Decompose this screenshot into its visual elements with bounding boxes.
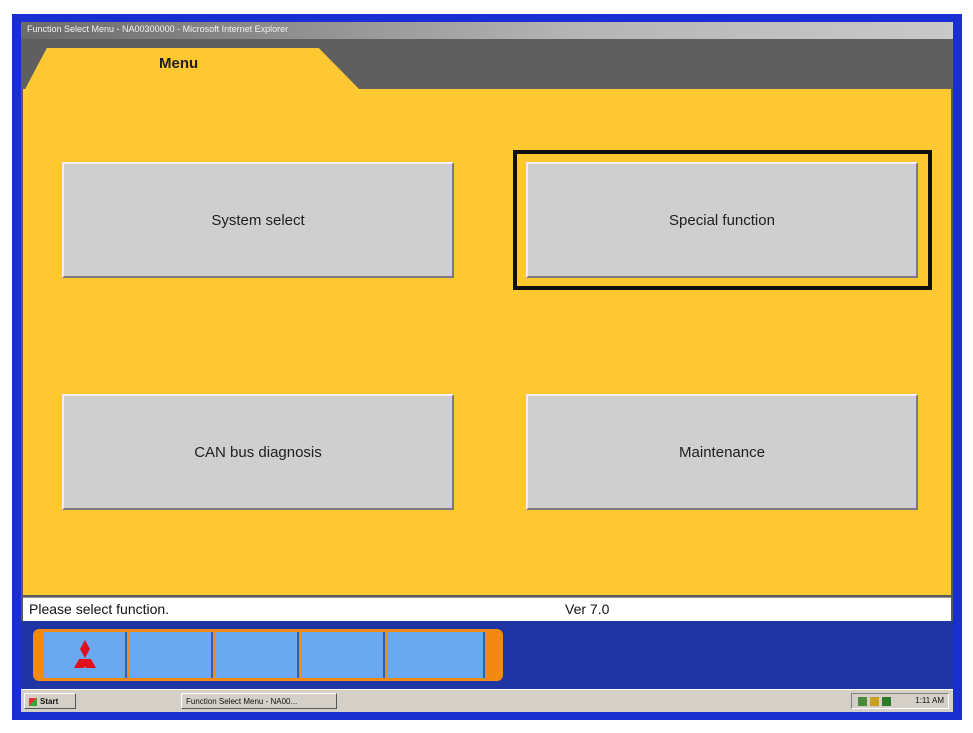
volume-icon	[870, 697, 879, 706]
maintenance-button[interactable]: Maintenance	[526, 394, 918, 510]
status-message: Please select function.	[29, 601, 170, 617]
start-label: Start	[40, 697, 59, 706]
version-label: Ver 7.0	[565, 601, 610, 617]
window-titlebar: Function Select Menu - NA00300000 - Micr…	[21, 22, 953, 39]
toolbar-button-home[interactable]	[43, 632, 127, 678]
windows-logo-icon	[29, 697, 37, 706]
clock: 1:11 AM	[915, 696, 944, 705]
toolbar-button-2[interactable]	[129, 632, 213, 678]
function-toolbar	[21, 621, 953, 689]
toolbar-button-group	[33, 629, 503, 681]
mitsubishi-logo-icon	[74, 640, 96, 668]
start-button[interactable]: Start	[24, 693, 76, 709]
windows-taskbar: Start Function Select Menu - NA00... 1:1…	[21, 689, 953, 712]
can-bus-diagnosis-button[interactable]: CAN bus diagnosis	[62, 394, 454, 510]
menu-panel: System select Special function CAN bus d…	[23, 89, 951, 595]
taskbar-item-label: Function Select Menu - NA00...	[186, 697, 298, 706]
status-bar: Please select function. Ver 7.0	[23, 597, 951, 621]
system-select-button[interactable]: System select	[62, 162, 454, 278]
taskbar-item-function-select[interactable]: Function Select Menu - NA00...	[181, 693, 337, 709]
tab-menu-label: Menu	[159, 55, 199, 72]
toolbar-button-3[interactable]	[215, 632, 299, 678]
window-title: Function Select Menu - NA00300000 - Micr…	[27, 24, 289, 34]
connection-icon	[882, 697, 891, 706]
app-window: Function Select Menu - NA00300000 - Micr…	[21, 22, 953, 712]
network-icon	[858, 697, 867, 706]
screenshot-frame: Function Select Menu - NA00300000 - Micr…	[12, 14, 962, 720]
special-function-button[interactable]: Special function	[526, 162, 918, 278]
toolbar-button-4[interactable]	[301, 632, 385, 678]
toolbar-button-5[interactable]	[387, 632, 485, 678]
system-tray: 1:11 AM	[851, 693, 949, 709]
